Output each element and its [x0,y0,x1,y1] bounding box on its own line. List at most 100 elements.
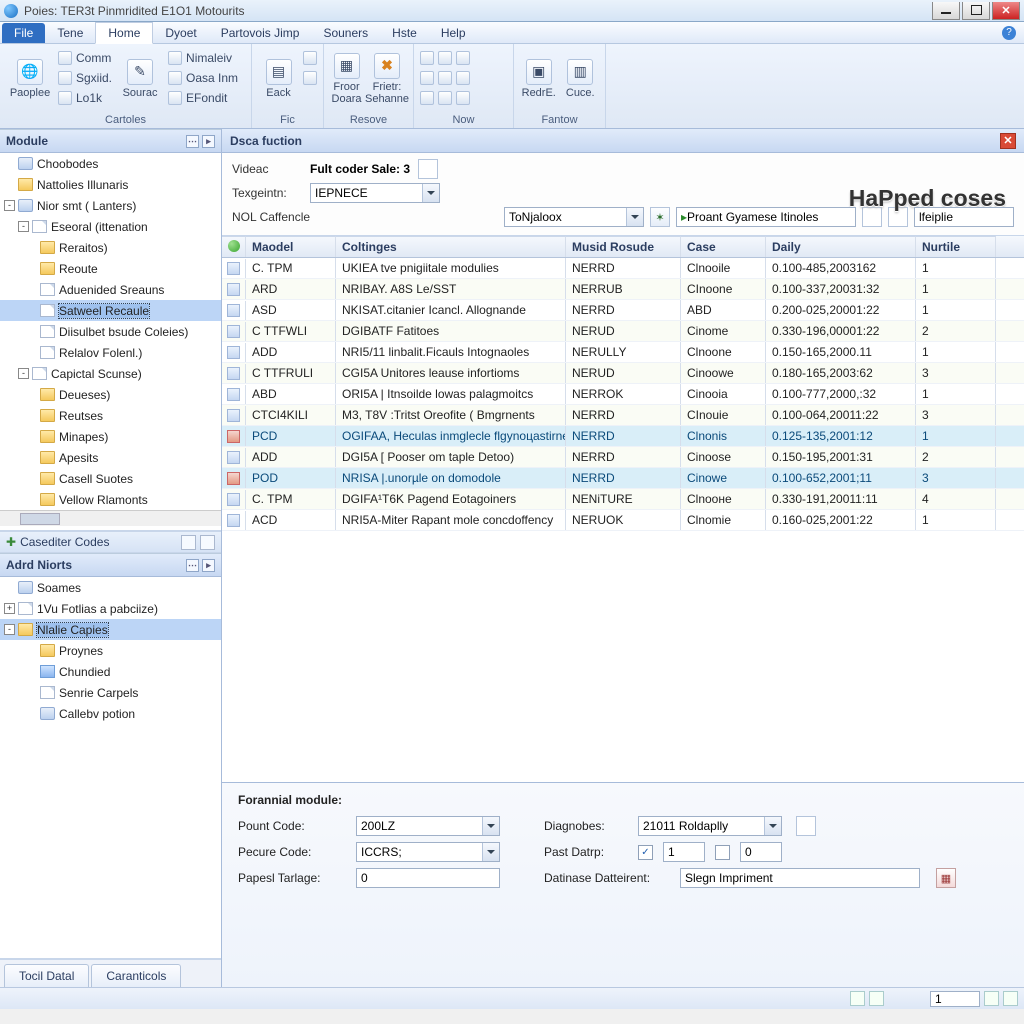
casediter-codes-row[interactable]: ✚ Casediter Codes [0,531,221,553]
texgeintn-combo[interactable]: IEPNECE [310,183,440,203]
help-icon[interactable]: ? [1002,26,1016,40]
tree-item[interactable]: Chundied [0,661,221,682]
papesl-tarlage-input[interactable]: 0 [356,868,500,888]
maximize-button[interactable] [962,2,990,20]
ribbon-sourac-button[interactable]: ✎Sourac [116,47,164,111]
col-musid[interactable]: Musid Rosude [566,236,681,257]
ribbon-froor-button[interactable]: ▦Froor Doara [330,47,363,111]
menu-file[interactable]: File [2,23,45,43]
grid-row[interactable]: C. TPMUKIEA tve pnigiitale moduliesNERRD… [222,258,1024,279]
ribbon-small-button[interactable]: Nimaleiv [168,49,238,67]
tree-item[interactable]: +1Vu Fotlias a pabciize) [0,598,221,619]
ribbon-eack-button[interactable]: ▤Eack [258,47,299,111]
pount-code-combo[interactable]: 200LZ [356,816,500,836]
ribbon-cuoe-button[interactable]: ▥Cuce. [562,47,600,111]
tree-item[interactable]: -Nior smt ( Lanters) [0,195,221,216]
menu-item[interactable]: Souners [311,23,380,43]
adrd-tree[interactable]: Soames+1Vu Fotlias a pabciize)-Nlalie Ca… [0,577,221,959]
grid-row[interactable]: C TTFWLIDGIBATF FatitoesNERUDCinоme0.330… [222,321,1024,342]
status-nav-icon[interactable] [984,991,999,1006]
tree-item[interactable]: Deueses) [0,384,221,405]
grid-row[interactable]: CTCI4KILIM3, T8V :Tritst Oreofite ( Bmgr… [222,405,1024,426]
grid-row[interactable]: C TTFRULICGI5A Unitores leause infortiom… [222,363,1024,384]
past-datrp-value2[interactable]: 0 [740,842,782,862]
proant-combo[interactable]: ▸ Proant Gyamese Itinoles [676,207,856,227]
grid-row[interactable]: ACDNRI5A-Miter Rapant mole concdoffencyN… [222,510,1024,531]
mid-icon[interactable] [181,535,196,550]
col-nurtile[interactable]: Nurtile [916,236,996,257]
menu-item[interactable]: Partovois Jimp [209,23,312,43]
panel-menu-icon[interactable]: ⋯ [186,559,199,572]
filter-clear-button[interactable]: ✶ [650,207,670,227]
tree-item[interactable]: Reraitos) [0,237,221,258]
panel-menu-icon[interactable]: ⋯ [186,135,199,148]
module-tree[interactable]: ChoobodesNattolies Illunaris-Nior smt ( … [0,153,221,531]
col-case[interactable]: Case [681,236,766,257]
tree-item[interactable]: Aduenided Sreauns [0,279,221,300]
panel-pin-icon[interactable]: ▸ [202,559,215,572]
minimize-button[interactable] [932,2,960,20]
ribbon-redre-button[interactable]: ▣RedrE. [520,47,558,111]
grid-row[interactable]: ADDNRI5/11 linbalit.Ficauls IntognaolesN… [222,342,1024,363]
window-close-button[interactable] [992,2,1020,20]
menu-item[interactable]: Hste [380,23,429,43]
ribbon-frietr-button[interactable]: ✖Frietr: Sehanne [367,47,407,111]
ribbon-small-button[interactable]: Oasa Inm [168,69,238,87]
toljaloox-combo[interactable]: ToNjaloox [504,207,644,227]
tree-item[interactable]: Minapes) [0,426,221,447]
tree-item[interactable]: Proynes [0,640,221,661]
ribbon-paoplee-button[interactable]: 🌐Paoplee [6,47,54,111]
grid-row[interactable]: PODNRISA |.unorµle on domodoleNERRDCinow… [222,468,1024,489]
grid-row[interactable]: ADDDGI5A [ Pooser om taple Detoo)NERRDCi… [222,447,1024,468]
tree-item[interactable]: -Nlalie Capies [0,619,221,640]
ribbon-small-button[interactable]: Lo1k [58,89,112,107]
tree-item[interactable]: Reoute [0,258,221,279]
filter-button[interactable] [418,159,438,179]
tree-item[interactable]: Diisulbet bsude Coleies) [0,321,221,342]
data-grid[interactable]: Maodel Coltinges Musid Rosude Case Daily… [222,236,1024,782]
tree-item[interactable]: Choobodes [0,153,221,174]
status-icon[interactable] [869,991,884,1006]
grid-row[interactable]: ABDORI5A | Itnsoilde lowas palagmoitcsNE… [222,384,1024,405]
menu-item[interactable]: Tene [45,23,95,43]
tree-item[interactable]: Reutses [0,405,221,426]
panel-pin-icon[interactable]: ▸ [202,135,215,148]
col-maodel[interactable]: Maodel [246,236,336,257]
status-icon[interactable] [850,991,865,1006]
tree-scrollbar[interactable] [0,510,221,526]
diagnobes-combo[interactable]: 21011 Roldaplly [638,816,782,836]
ribbon-small-button[interactable]: Sgxiid. [58,69,112,87]
tree-item[interactable]: Casell Suotes [0,468,221,489]
tree-item[interactable]: Vellow Rlamonts [0,489,221,510]
tree-item[interactable]: Relalov Folenl.) [0,342,221,363]
col-daily[interactable]: Daily [766,236,916,257]
col-coltinges[interactable]: Coltinges [336,236,566,257]
datinase-input[interactable]: Slegn Impгiment [680,868,920,888]
grid-row[interactable]: ASDNKISAT.citanier Icancl. AllognandeNER… [222,300,1024,321]
calendar-icon[interactable]: ▦ [936,868,956,888]
past-datrp-check[interactable]: ✓ [638,845,653,860]
menu-item[interactable]: Dyoet [153,23,208,43]
refresh-icon[interactable] [228,240,240,252]
grid-row[interactable]: PCDOGIFAA, Heculas inmglecle flgynoцasti… [222,426,1024,447]
ribbon-small-button[interactable]: Comm [58,49,112,67]
diagnobes-picker[interactable] [796,816,816,836]
tree-item[interactable]: Apesits [0,447,221,468]
tab-caranticols[interactable]: Caranticols [91,964,181,987]
past-datrp-value1[interactable]: 1 [663,842,705,862]
menu-home[interactable]: Home [95,22,153,44]
status-nav-icon[interactable] [1003,991,1018,1006]
ribbon-small-button[interactable]: EFondit [168,89,238,107]
page-number-box[interactable]: 1 [930,991,980,1007]
ifeiplie-combo[interactable]: lfeiplie [914,207,1014,227]
tree-item[interactable]: -Capictal Scunse) [0,363,221,384]
tree-item[interactable]: Senrie Carpels [0,682,221,703]
panel-close-button[interactable]: ✕ [1000,133,1016,149]
tree-item[interactable]: Soames [0,577,221,598]
past-datrp-check2[interactable] [715,845,730,860]
tree-item[interactable]: Callebv potion [0,703,221,724]
tree-item[interactable]: -Eseoral (ittenation [0,216,221,237]
tab-tocil[interactable]: Tocil Datal [4,964,89,987]
menu-item[interactable]: Help [429,23,478,43]
grid-row[interactable]: ARDNRIBAY. A8S Le/SSTNERRUBCInoone0.100-… [222,279,1024,300]
